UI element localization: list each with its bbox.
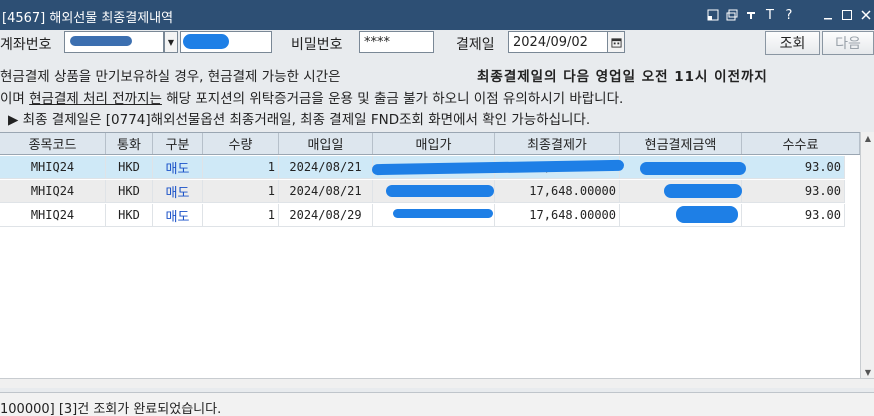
redaction-mark: [664, 184, 742, 198]
cell-currency: HKD: [106, 204, 153, 226]
account-redaction: [70, 36, 132, 46]
password-label: 비밀번호: [291, 37, 343, 53]
cell-code: MHIQ24: [0, 180, 106, 202]
cell-side: 매도: [153, 156, 203, 178]
password-field[interactable]: ****: [359, 31, 434, 53]
maximize-icon[interactable]: [839, 7, 855, 23]
cell-buy-date: 2024/08/21: [279, 180, 373, 202]
account-name-redaction: [183, 34, 229, 49]
status-bar: 100000] [3]건 조회가 완료되었습니다.: [0, 392, 874, 416]
cell-code: MHIQ24: [0, 156, 106, 178]
cell-final-price: 17,648.00000: [495, 204, 620, 226]
redaction-mark: [676, 206, 738, 223]
account-label: 계좌번호: [0, 37, 52, 53]
cell-qty: 1: [203, 204, 279, 226]
redaction-mark: [386, 185, 494, 197]
scroll-up-icon[interactable]: ▲: [861, 132, 874, 144]
settlement-table: 종목코드 통화 구분 수량 매입일 매입가 최종결제가 현금결제금액 수수료 M…: [0, 132, 860, 378]
cell-currency: HKD: [106, 156, 153, 178]
cell-side: 매도: [153, 204, 203, 226]
horizontal-scrollbar[interactable]: [0, 378, 874, 388]
next-button[interactable]: 다음: [822, 31, 874, 55]
notice-line-1: 현금결제 상품을 만기보유하실 경우, 현금결제 가능한 시간은 최종결제일의 …: [0, 65, 874, 85]
notice-underline-text: 현금결제 처리 전까지는: [29, 91, 162, 107]
cell-currency: HKD: [106, 180, 153, 202]
notice-line-2: 이며 현금결제 처리 전까지는 해당 포지션의 위탁증거금을 운용 및 출금 불…: [0, 87, 874, 107]
notice-text: 현금결제 상품을 만기보유하실 경우, 현금결제 가능한 시간은: [0, 69, 341, 85]
cell-qty: 1: [203, 180, 279, 202]
notice-text: 해당 포지션의 위탁증거금을 운용 및 출금 불가 하오니 이점 유의하시기 바…: [161, 91, 624, 107]
column-header[interactable]: 매입가: [373, 133, 495, 154]
cell-buy-date: 2024/08/21: [279, 156, 373, 178]
column-header[interactable]: 통화: [106, 133, 153, 154]
cell-buy-date: 2024/08/29: [279, 204, 373, 226]
notice-bold-text: 최종결제일의 다음 영업일 오전 11시 이전까지: [477, 69, 768, 85]
settle-date-label: 결제일: [456, 37, 495, 53]
redaction-mark: [640, 162, 746, 175]
column-header[interactable]: 종목코드: [0, 133, 106, 154]
vertical-scrollbar[interactable]: ▲ ▼: [860, 132, 874, 378]
cell-fee: 93.00: [742, 180, 845, 202]
column-header[interactable]: 매입일: [279, 133, 373, 154]
cell-final-price: 17,648.00000: [495, 180, 620, 202]
copy-window-icon[interactable]: [724, 7, 740, 23]
notice-text: 이며: [0, 91, 30, 107]
calendar-icon: [610, 37, 622, 48]
redaction-mark: [393, 209, 493, 218]
settings-icon[interactable]: [743, 7, 759, 23]
column-header[interactable]: 수량: [203, 133, 279, 154]
settle-date-field[interactable]: 2024/09/02: [508, 31, 608, 53]
column-header[interactable]: 수수료: [742, 133, 860, 154]
minimize-icon[interactable]: [820, 7, 836, 23]
query-button[interactable]: 조회: [765, 31, 820, 55]
account-dropdown-button[interactable]: ▼: [164, 31, 178, 53]
cell-qty: 1: [203, 156, 279, 178]
cell-code: MHIQ24: [0, 204, 106, 226]
scroll-down-icon[interactable]: ▼: [861, 366, 874, 378]
column-header[interactable]: 최종결제가: [495, 133, 620, 154]
notice-line-3: ▶ 최종 결제일은 [0774]해외선물옵션 최종거래일, 최종 결제일 FND…: [8, 112, 591, 128]
cell-fee: 93.00: [742, 156, 845, 178]
column-header[interactable]: 구분: [153, 133, 203, 154]
table-header: 종목코드 통화 구분 수량 매입일 매입가 최종결제가 현금결제금액 수수료: [0, 133, 860, 155]
calendar-button[interactable]: [607, 31, 625, 53]
window-title: [4567] 해외선물 최종결제내역: [2, 11, 174, 26]
help-icon[interactable]: ?: [781, 7, 797, 23]
window: [4567] 해외선물 최종결제내역 T ? 계좌번호 ▼ 비밀번호 **** …: [0, 0, 874, 416]
chevron-down-icon: ▼: [167, 37, 175, 47]
window-controls: T ?: [702, 0, 874, 30]
font-icon[interactable]: T: [762, 7, 778, 23]
query-form: 계좌번호 ▼ 비밀번호 **** 결제일 2024/09/02 조회 다음: [0, 30, 874, 56]
restore-layout-icon[interactable]: [705, 7, 721, 23]
close-icon[interactable]: [858, 7, 874, 23]
column-header[interactable]: 현금결제금액: [620, 133, 742, 154]
cell-fee: 93.00: [742, 204, 845, 226]
cell-side: 매도: [153, 180, 203, 202]
title-bar: [4567] 해외선물 최종결제내역 T ?: [0, 0, 874, 30]
